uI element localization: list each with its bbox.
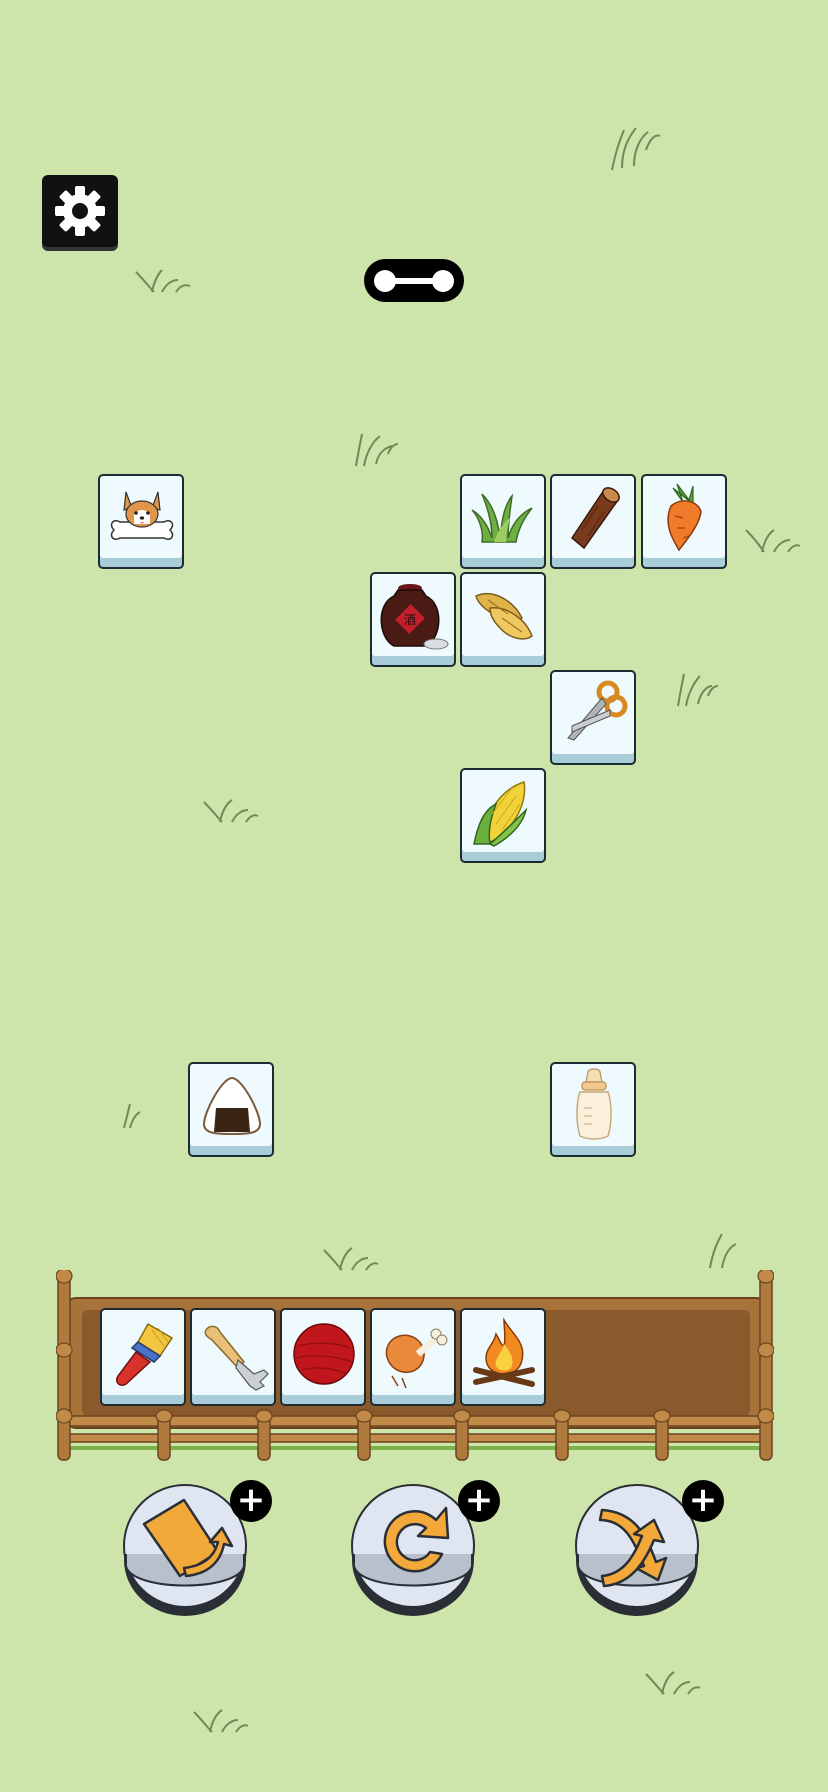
tile-bamboo[interactable] [460,572,546,667]
grass-decoration [193,1709,249,1733]
grass-decoration [645,1671,701,1695]
grass-decoration [203,799,259,823]
add-powerup-badge[interactable]: + [230,1480,272,1522]
grass-decoration [611,127,661,171]
rice-ball-icon [202,1076,262,1135]
add-powerup-badge[interactable]: + [458,1480,500,1522]
tray-tile-yarn [280,1308,366,1406]
tile-grass[interactable] [460,474,546,569]
settings-button[interactable] [42,175,118,247]
corgi-bone-icon [110,491,174,541]
tray-tile-drumstick [370,1308,456,1406]
corn-icon [473,781,528,847]
paint-brush-icon [115,1322,174,1387]
wood-log-icon [571,487,620,550]
grass-decoration [355,433,399,467]
tile-carrot[interactable] [641,474,727,569]
tray-tile-brush [100,1308,186,1406]
yarn-ball-icon [293,1323,355,1385]
tile-onigiri[interactable] [188,1062,274,1157]
grass-decoration [123,1103,141,1129]
tile-bottle[interactable] [550,1062,636,1157]
tile-log[interactable] [550,474,636,569]
tile-wine-jar[interactable]: 酒 [370,572,456,667]
gear-icon [55,186,105,236]
tile-scissors[interactable] [550,670,636,765]
grass-decoration [709,1233,737,1269]
add-powerup-badge[interactable]: + [682,1480,724,1522]
move-out-powerup-button[interactable]: + [122,1480,272,1620]
fork-icon [204,1325,269,1391]
tray-tile-fork [190,1308,276,1406]
grass-decoration [323,1247,379,1271]
shuffle-powerup-button[interactable]: + [574,1480,724,1620]
carrot-icon [667,483,702,552]
undo-powerup-button[interactable]: + [350,1480,500,1620]
tile-corgi[interactable] [98,474,184,569]
campfire-icon [473,1317,535,1387]
grass-decoration [135,269,191,293]
bamboo-shoot-icon [475,593,533,640]
svg-text:酒: 酒 [404,613,416,627]
level-progress-indicator [364,259,464,302]
wine-jar-icon: 酒 [380,584,449,650]
grass-decoration [677,673,719,707]
tile-corn[interactable] [460,768,546,863]
chicken-leg-icon [385,1328,448,1389]
scissors-icon [567,680,628,741]
tray-tile-campfire [460,1308,546,1406]
grass-tuft-icon [471,493,533,543]
baby-bottle-icon [576,1068,612,1140]
grass-decoration [745,529,801,553]
